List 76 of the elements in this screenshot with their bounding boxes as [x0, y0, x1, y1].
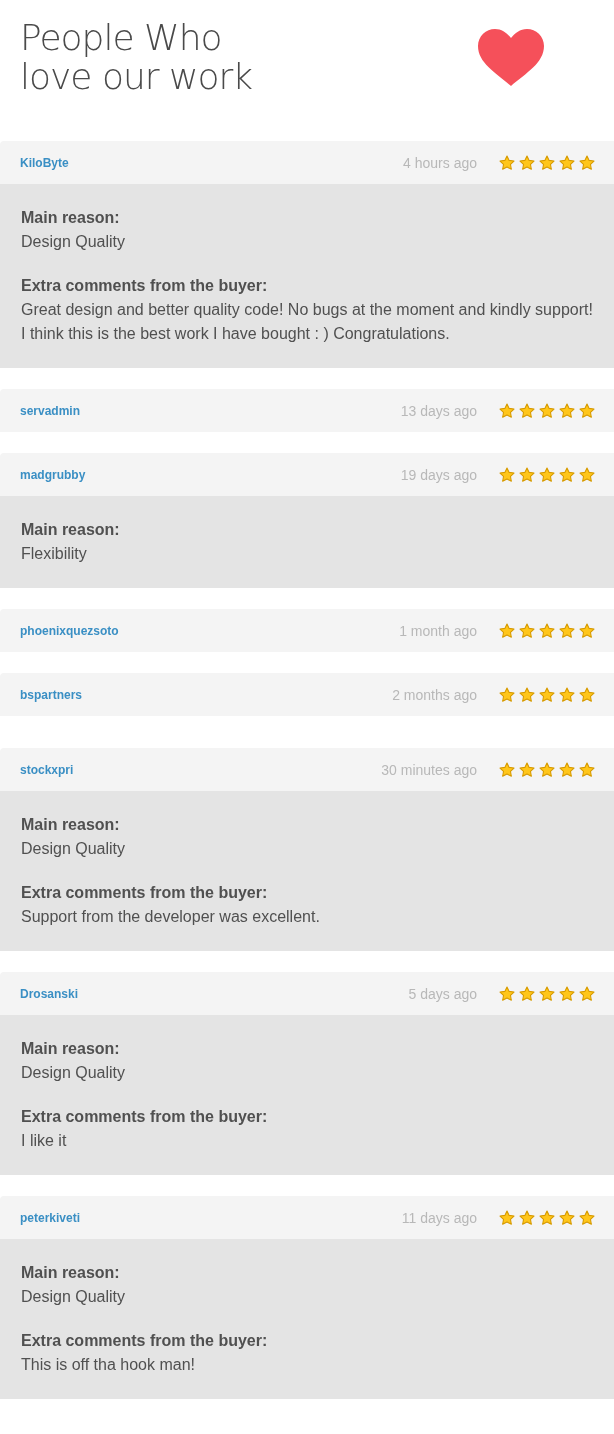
star-icon — [519, 154, 535, 171]
review-time: 1 month ago — [399, 622, 477, 639]
star-icon — [499, 622, 515, 639]
reason-text: Flexibility — [21, 544, 88, 564]
star-icon — [579, 985, 595, 1002]
page-title: People Who love our work — [20, 18, 253, 96]
star-icon — [559, 686, 575, 703]
reason-text: Design Quality — [21, 839, 127, 859]
reason-label: Main reason: — [21, 208, 121, 228]
reason-label: Main reason: — [21, 1039, 121, 1059]
username-link[interactable]: Drosanski — [20, 986, 409, 1001]
reason-text: Design Quality — [21, 232, 127, 252]
star-icon — [579, 1209, 595, 1226]
star-icon — [519, 466, 535, 483]
username-link[interactable]: servadmin — [20, 403, 401, 418]
star-icon — [539, 1209, 555, 1226]
comments-text: Support from the developer was excellent. — [21, 907, 321, 927]
star-icon — [539, 466, 555, 483]
star-icon — [579, 686, 595, 703]
review-time: 2 months ago — [392, 686, 477, 703]
heart-icon — [476, 28, 546, 88]
star-icon — [539, 402, 555, 419]
star-icon — [539, 622, 555, 639]
reason-label: Main reason: — [21, 520, 121, 540]
comments-label: Extra comments from the buyer: — [21, 1331, 269, 1351]
reason-text: Design Quality — [21, 1063, 127, 1083]
username-link[interactable]: madgrubby — [20, 467, 401, 482]
star-icon — [539, 154, 555, 171]
username-link[interactable]: bspartners — [20, 687, 393, 702]
star-icon — [499, 686, 515, 703]
star-icon — [499, 402, 515, 419]
review-time: 30 minutes ago — [381, 761, 477, 778]
comments-label: Extra comments from the buyer: — [21, 1107, 269, 1127]
star-icon — [559, 1209, 575, 1226]
review-time: 19 days ago — [400, 466, 477, 483]
star-icon — [559, 622, 575, 639]
star-icon — [579, 761, 595, 778]
review-time: 5 days ago — [408, 985, 477, 1002]
star-icon — [559, 402, 575, 419]
star-icon — [559, 466, 575, 483]
star-icon — [519, 686, 535, 703]
star-icon — [579, 402, 595, 419]
star-icon — [499, 761, 515, 778]
star-icon — [519, 761, 535, 778]
star-icon — [539, 761, 555, 778]
reason-label: Main reason: — [21, 1263, 121, 1283]
star-icon — [539, 686, 555, 703]
username-link[interactable]: KiloByte — [20, 155, 404, 170]
star-icon — [539, 985, 555, 1002]
star-icon — [519, 985, 535, 1002]
comments-text: Great design and better quality code! No bugs at the moment and kindly support! I think this is the best work I have bought : ) Congratulations. — [21, 300, 594, 344]
comments-label: Extra comments from the buyer: — [21, 276, 269, 296]
comments-text: I like it — [21, 1131, 68, 1151]
star-icon — [519, 402, 535, 419]
username-link[interactable]: stockxpri — [20, 762, 382, 777]
comments-text: This is off tha hook man! — [21, 1355, 196, 1375]
review-time: 13 days ago — [400, 402, 477, 419]
star-icon — [579, 466, 595, 483]
star-icon — [519, 1209, 535, 1226]
review-time: 4 hours ago — [403, 154, 477, 171]
star-icon — [559, 761, 575, 778]
star-icon — [499, 985, 515, 1002]
star-icon — [559, 985, 575, 1002]
star-icon — [579, 622, 595, 639]
comments-label: Extra comments from the buyer: — [21, 883, 269, 903]
star-icon — [559, 154, 575, 171]
username-link[interactable]: peterkiveti — [20, 1210, 402, 1225]
username-link[interactable]: phoenixquezsoto — [20, 623, 400, 638]
star-icon — [499, 154, 515, 171]
reason-text: Design Quality — [21, 1287, 127, 1307]
reason-label: Main reason: — [21, 815, 121, 835]
star-icon — [519, 622, 535, 639]
star-icon — [579, 154, 595, 171]
review-time: 11 days ago — [401, 1209, 477, 1226]
star-icon — [499, 466, 515, 483]
star-icon — [499, 1209, 515, 1226]
